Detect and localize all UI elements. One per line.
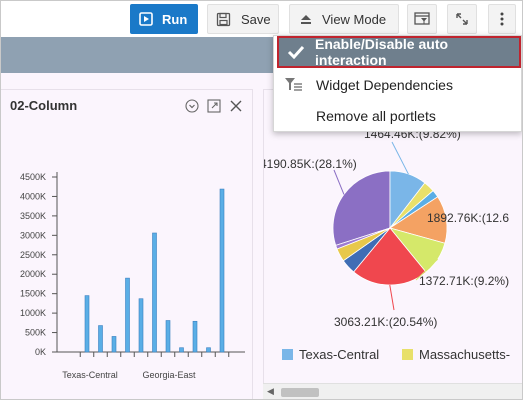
options-menu: Enable/Disable auto interaction Widget D… bbox=[273, 35, 522, 132]
pie-slice-label: 3063.21K:(20.54%) bbox=[334, 315, 437, 329]
pie-leader-line bbox=[389, 284, 395, 311]
pie-chart: 1464.46K:(9.82%)4190.85K:(28.1%)1892.76K… bbox=[264, 127, 510, 362]
column-chart-portlet: 02-Column 0K 500K 1000K 1500K 2000K 2500K 3000… bbox=[1, 89, 253, 399]
eject-icon bbox=[301, 15, 311, 24]
bar[interactable] bbox=[179, 347, 184, 353]
pie-slice-label: 1372.71K:(9.2%) bbox=[419, 274, 509, 288]
menu-item-widget-dependencies[interactable]: Widget Dependencies bbox=[274, 70, 521, 100]
bar[interactable] bbox=[219, 188, 225, 353]
x-category-label: Georgia-East bbox=[142, 370, 196, 380]
y-tick-label: 2500K bbox=[20, 250, 46, 260]
view-mode-label: View Mode bbox=[322, 11, 387, 27]
bar[interactable] bbox=[152, 232, 157, 353]
bar[interactable] bbox=[98, 325, 103, 353]
run-label: Run bbox=[162, 11, 188, 27]
y-tick-label: 0K bbox=[35, 347, 46, 357]
check-icon bbox=[287, 45, 305, 59]
menu-item-remove-portlets[interactable]: Remove all portlets bbox=[274, 101, 521, 131]
horizontal-scrollbar[interactable]: ◀ bbox=[263, 383, 522, 399]
x-category-label: Texas-Central bbox=[62, 370, 118, 380]
bar[interactable] bbox=[165, 320, 171, 353]
kebab-menu-icon bbox=[500, 12, 504, 26]
filter-funnel-icon bbox=[285, 78, 302, 91]
expand-button[interactable] bbox=[447, 4, 477, 34]
bar[interactable] bbox=[84, 295, 90, 353]
view-mode-button[interactable]: View Mode bbox=[289, 4, 399, 34]
bar[interactable] bbox=[192, 320, 198, 353]
y-tick-label: 4000K bbox=[20, 191, 46, 201]
legend-label[interactable]: Texas-Central bbox=[299, 347, 379, 362]
filter-panel-icon bbox=[414, 12, 430, 25]
bar[interactable] bbox=[111, 336, 117, 353]
bar[interactable] bbox=[125, 277, 130, 353]
save-button[interactable]: Save bbox=[207, 4, 279, 34]
pie-chart-portlet: 0 1464.46K:(9.82%)4190.85K:(28.1%)1892.7… bbox=[263, 89, 522, 399]
y-tick-label: 2000K bbox=[20, 269, 46, 279]
y-tick-label: 4500K bbox=[20, 172, 46, 182]
scroll-left-arrow-icon[interactable]: ◀ bbox=[267, 386, 274, 397]
save-label: Save bbox=[241, 11, 271, 27]
legend-label[interactable]: Massachusetts- bbox=[419, 347, 510, 362]
run-icon bbox=[139, 12, 153, 26]
pie-slice-label: 4190.85K:(28.1%) bbox=[264, 157, 357, 171]
filter-panel-button[interactable] bbox=[407, 4, 437, 34]
more-options-button[interactable] bbox=[488, 4, 516, 34]
legend-swatch bbox=[402, 349, 413, 360]
legend-swatch bbox=[282, 349, 293, 360]
y-tick-label: 1000K bbox=[20, 308, 46, 318]
run-button[interactable]: Run bbox=[130, 4, 198, 34]
menu-item-auto-interaction[interactable]: Enable/Disable auto interaction bbox=[277, 36, 521, 68]
y-tick-label: 3500K bbox=[20, 211, 46, 221]
menu-item-label: Enable/Disable auto interaction bbox=[315, 36, 449, 68]
y-tick-label: 3000K bbox=[20, 230, 46, 240]
bar[interactable] bbox=[206, 347, 211, 353]
menu-item-label: Remove all portlets bbox=[316, 108, 436, 124]
y-tick-label: 500K bbox=[25, 328, 46, 338]
menu-item-label: Widget Dependencies bbox=[316, 77, 453, 93]
save-icon bbox=[216, 12, 231, 26]
y-tick-label: 1500K bbox=[20, 289, 46, 299]
pie-leader-line bbox=[333, 169, 345, 195]
toolbar: Run Save View Mode bbox=[1, 1, 522, 37]
dashboard-window: Run Save View Mode 02-Column 0K 500K 100… bbox=[0, 0, 523, 400]
bar[interactable] bbox=[138, 298, 144, 353]
scrollbar-thumb[interactable] bbox=[281, 388, 319, 397]
pie-slice-label: 1892.76K:(12.6 bbox=[427, 211, 509, 225]
pie-leader-line bbox=[391, 141, 409, 175]
column-chart: 0K 500K 1000K 1500K 2000K 2500K 3000K 3500K 4000… bbox=[20, 172, 245, 380]
expand-icon bbox=[456, 13, 468, 25]
